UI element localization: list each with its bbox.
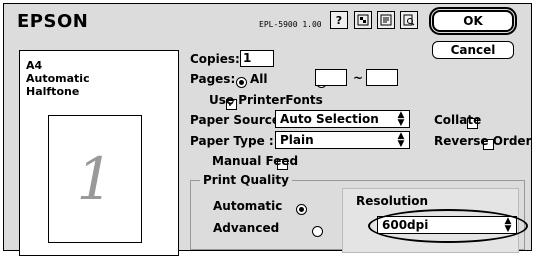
preview-source: Automatic xyxy=(26,72,90,85)
preview-paper-size: A4 xyxy=(26,59,43,72)
pages-label: Pages: xyxy=(190,72,236,86)
pages-to-input[interactable] xyxy=(366,69,398,86)
quality-advanced-radio[interactable] xyxy=(311,226,323,237)
highlight-ellipse xyxy=(368,209,528,243)
popup-arrows-icon: ▲ ▼ xyxy=(397,131,405,149)
print-quality-title: Print Quality xyxy=(200,173,292,187)
copies-input[interactable]: 1 xyxy=(240,50,274,67)
resolution-label: Resolution xyxy=(356,194,429,208)
help-icon[interactable]: ? xyxy=(330,11,348,29)
print-dialog: EPSON EPL-5900 1.00 ? OK Cancel A4 Autom… xyxy=(3,3,532,256)
layout-icon[interactable] xyxy=(354,11,372,29)
use-printer-fonts-label: Use PrinterFonts xyxy=(209,93,323,107)
paper-type-label: Paper Type : xyxy=(190,134,274,148)
watermark-icon[interactable] xyxy=(377,11,395,29)
pages-range-separator: ~ xyxy=(353,71,364,85)
pages-from-input[interactable] xyxy=(315,69,347,86)
paper-source-value: Auto Selection xyxy=(280,112,379,126)
popup-arrows-icon: ▲ ▼ xyxy=(397,110,405,128)
quality-automatic-radio[interactable] xyxy=(295,204,307,215)
reverse-order-label: Reverse Order xyxy=(434,134,532,148)
cancel-button[interactable]: Cancel xyxy=(432,41,514,59)
manual-feed-label: Manual Feed xyxy=(212,154,299,168)
printer-model-label: EPL-5900 1.00 xyxy=(259,20,322,29)
quality-advanced-label: Advanced xyxy=(213,221,280,235)
ok-button[interactable]: OK xyxy=(432,10,514,32)
preview-icon[interactable] xyxy=(400,11,418,29)
collate-label: Collate xyxy=(434,113,482,127)
preview-mode: Halftone xyxy=(26,85,80,98)
paper-source-select[interactable]: Auto Selection ▲ ▼ xyxy=(275,110,410,128)
quality-automatic-label: Automatic xyxy=(213,199,283,213)
paper-type-select[interactable]: Plain ▲ ▼ xyxy=(275,131,410,149)
preview-page-number: 1 xyxy=(48,115,142,243)
paper-type-value: Plain xyxy=(280,133,314,147)
brand-logo: EPSON xyxy=(17,11,89,32)
pages-all-radio[interactable] xyxy=(236,77,247,88)
copies-label: Copies: xyxy=(190,52,240,66)
pages-all-label: All xyxy=(250,72,268,86)
page-preview: A4 Automatic Halftone 1 xyxy=(19,50,179,256)
